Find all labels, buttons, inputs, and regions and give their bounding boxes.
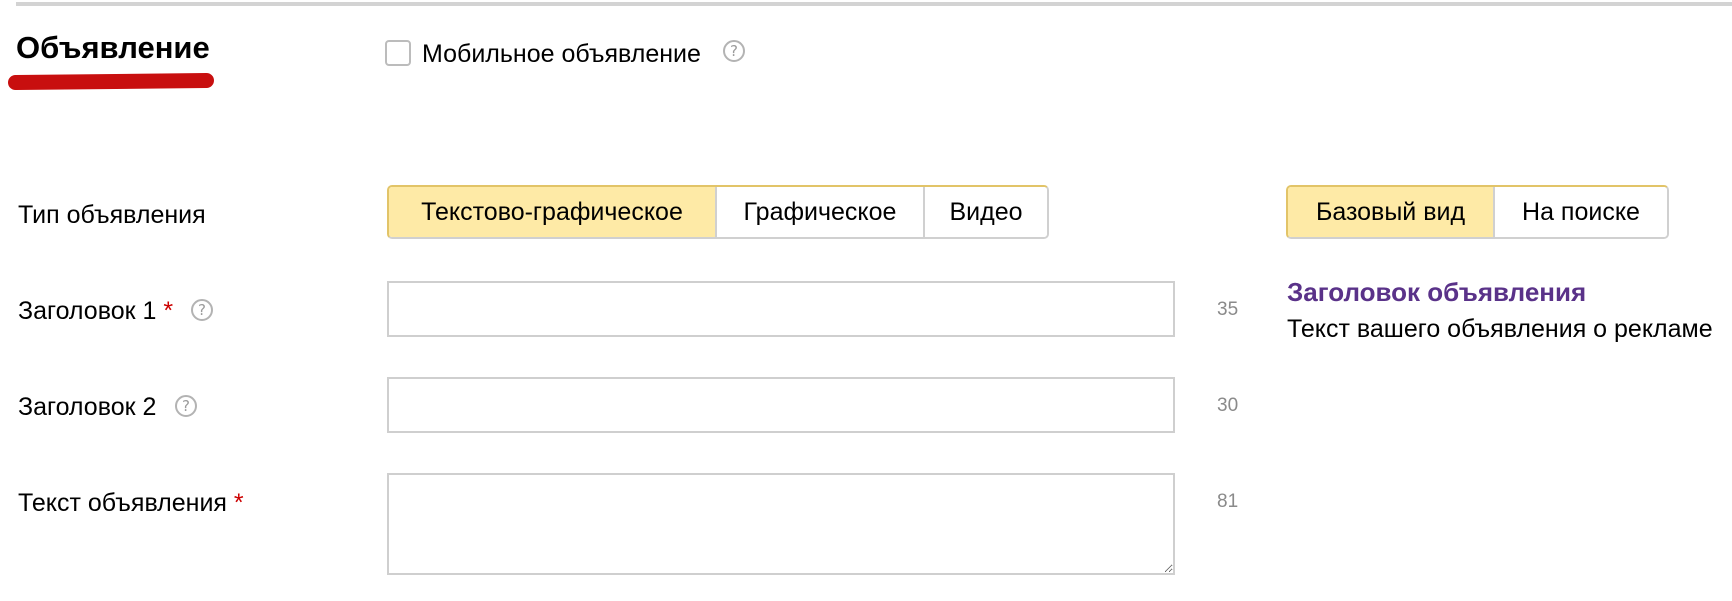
- ad-text-label-text: Текст объявления: [18, 489, 227, 517]
- preview-ad-text: Текст вашего объявления о рекламе: [1287, 315, 1713, 343]
- ad-type-graphic-button[interactable]: Графическое: [715, 187, 923, 237]
- title1-label-text: Заголовок 1: [18, 297, 157, 325]
- title1-required-mark: *: [163, 297, 174, 325]
- ad-type-selector: Текстово-графическое Графическое Видео: [387, 185, 1049, 239]
- title1-input[interactable]: [387, 281, 1175, 337]
- view-mode-search-button[interactable]: На поиске: [1493, 187, 1667, 237]
- ad-text-counter: 81: [1217, 491, 1239, 512]
- title2-label: Заголовок 2: [18, 393, 157, 421]
- title1-help-icon[interactable]: ?: [191, 299, 213, 321]
- ad-text-label: Текст объявления *: [18, 487, 244, 519]
- mobile-ad-label[interactable]: Мобильное объявление: [422, 38, 701, 70]
- ad-type-text-graphic-button[interactable]: Текстово-графическое: [389, 187, 715, 237]
- ad-text-required-mark: *: [233, 489, 244, 517]
- title-underline-highlight: [7, 72, 215, 91]
- title2-help-icon[interactable]: ?: [175, 395, 197, 417]
- title2-counter: 30: [1217, 395, 1239, 416]
- ad-type-label: Тип объявления: [18, 201, 206, 229]
- view-mode-selector: Базовый вид На поиске: [1286, 185, 1669, 239]
- view-mode-basic-button[interactable]: Базовый вид: [1288, 187, 1493, 237]
- ad-type-video-button[interactable]: Видео: [923, 187, 1047, 237]
- mobile-ad-checkbox[interactable]: [385, 40, 411, 66]
- preview-ad-title[interactable]: Заголовок объявления: [1287, 276, 1586, 308]
- section-title: Объявление: [16, 30, 210, 65]
- title1-counter: 35: [1217, 299, 1239, 320]
- title2-input[interactable]: [387, 377, 1175, 433]
- mobile-ad-help-icon[interactable]: ?: [723, 40, 745, 62]
- top-divider: [16, 2, 1732, 6]
- title1-label: Заголовок 1 *: [18, 295, 173, 327]
- ad-text-textarea[interactable]: [387, 473, 1175, 575]
